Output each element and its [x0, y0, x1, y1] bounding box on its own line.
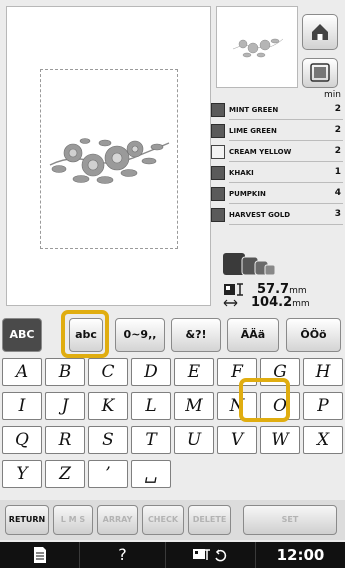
key-z[interactable]: Z [45, 460, 85, 488]
return-button[interactable]: RETURN [5, 505, 49, 535]
character-keyboard: A B C D E F G H I J K L M N O P Q R S T U V W X Y Z’ ␣ [0, 354, 345, 496]
embroidery-character-screen: min MINT GREEN 2 LIME GREEN 2 CREAM YELL… [0, 0, 345, 568]
key-m[interactable]: M [174, 392, 214, 420]
key-o[interactable]: O [260, 392, 300, 420]
key-l[interactable]: L [131, 392, 171, 420]
thread-name: PUMPKIN [229, 190, 266, 198]
thread-minutes: 2 [334, 146, 341, 156]
tab-accented-o[interactable]: ÔÖö [286, 318, 341, 352]
lms-button[interactable]: L M S [53, 505, 93, 535]
thread-row: KHAKI 1 [211, 165, 345, 183]
key-e[interactable]: E [174, 358, 214, 386]
array-button[interactable]: ARRAY [97, 505, 138, 535]
key-u[interactable]: U [174, 426, 214, 454]
tab-symbols[interactable]: &?! [171, 318, 221, 352]
thread-color-swatch [211, 124, 225, 138]
divider [229, 203, 343, 204]
floral-thumbnail-image [232, 38, 284, 58]
thread-minutes: 2 [334, 104, 341, 114]
embroidery-frame-icon [310, 63, 330, 82]
key-t[interactable]: T [131, 426, 171, 454]
key-apostrophe[interactable]: ’ [88, 460, 128, 488]
floral-design-image [49, 138, 170, 184]
key-d[interactable]: D [131, 358, 171, 386]
key-r[interactable]: R [45, 426, 85, 454]
key-v[interactable]: V [217, 426, 257, 454]
key-c[interactable]: C [88, 358, 128, 386]
thread-name: CREAM YELLOW [229, 148, 292, 156]
delete-button[interactable]: DELETE [188, 505, 231, 535]
home-icon [312, 24, 328, 40]
key-q[interactable]: Q [2, 426, 42, 454]
thread-name: HARVEST GOLD [229, 211, 291, 219]
clock: 12:00 [276, 546, 325, 564]
key-h[interactable]: H [303, 358, 343, 386]
key-i[interactable]: I [2, 392, 42, 420]
thread-row: MINT GREEN 2 [211, 102, 345, 120]
machine-status-icon [192, 549, 226, 562]
notes-button[interactable] [0, 542, 80, 568]
key-f[interactable]: F [217, 358, 257, 386]
thread-color-swatch [211, 187, 225, 201]
key-g[interactable]: G [260, 358, 300, 386]
divider [229, 119, 343, 120]
thread-name: MINT GREEN [229, 106, 279, 114]
key-b[interactable]: B [45, 358, 85, 386]
thread-color-swatch [211, 103, 225, 117]
key-space[interactable]: ␣ [131, 460, 171, 488]
help-button[interactable]: ? [80, 542, 166, 568]
thread-row: CREAM YELLOW 2 [211, 144, 345, 162]
key-n[interactable]: N [217, 392, 257, 420]
tab-uppercase[interactable]: ABC [2, 318, 42, 352]
key-w[interactable]: W [260, 426, 300, 454]
divider [229, 140, 343, 141]
divider [229, 182, 343, 183]
key-p[interactable]: P [303, 392, 343, 420]
home-button[interactable] [302, 14, 338, 50]
thread-minutes: 3 [334, 209, 341, 219]
design-width: 104.2mm [251, 295, 310, 310]
thread-color-swatch [211, 145, 225, 159]
thread-name: LIME GREEN [229, 127, 277, 135]
design-preview [6, 6, 211, 306]
divider [229, 161, 343, 162]
status-bar: ? 12:00 [0, 542, 345, 568]
document-icon [33, 547, 46, 563]
thread-color-swatch [211, 166, 225, 180]
tab-lowercase[interactable]: abc [69, 318, 103, 352]
frame-button[interactable] [302, 58, 338, 88]
thread-row: LIME GREEN 2 [211, 123, 345, 141]
key-j[interactable]: J [45, 392, 85, 420]
thread-minutes: 1 [334, 167, 341, 177]
design-size-icon [223, 283, 243, 307]
thread-minutes: 2 [334, 125, 341, 135]
key-s[interactable]: S [88, 426, 128, 454]
thread-color-swatch [211, 208, 225, 222]
design-thumbnail [216, 6, 298, 88]
thread-row: HARVEST GOLD 3 [211, 207, 345, 225]
key-y[interactable]: Y [2, 460, 42, 488]
key-k[interactable]: K [88, 392, 128, 420]
thread-minutes: 4 [334, 188, 341, 198]
key-x[interactable]: X [303, 426, 343, 454]
check-button[interactable]: CHECK [142, 505, 184, 535]
machine-status [166, 542, 256, 568]
tab-accented-a[interactable]: ÄÄä [227, 318, 279, 352]
set-button[interactable]: SET [243, 505, 337, 535]
thread-name: KHAKI [229, 169, 254, 177]
tab-numbers[interactable]: 0~9,, [115, 318, 165, 352]
thread-row: PUMPKIN 4 [211, 186, 345, 204]
key-a[interactable]: A [2, 358, 42, 386]
minutes-label: min [324, 90, 341, 100]
hoop-size-icon [223, 253, 276, 276]
divider [229, 224, 343, 225]
